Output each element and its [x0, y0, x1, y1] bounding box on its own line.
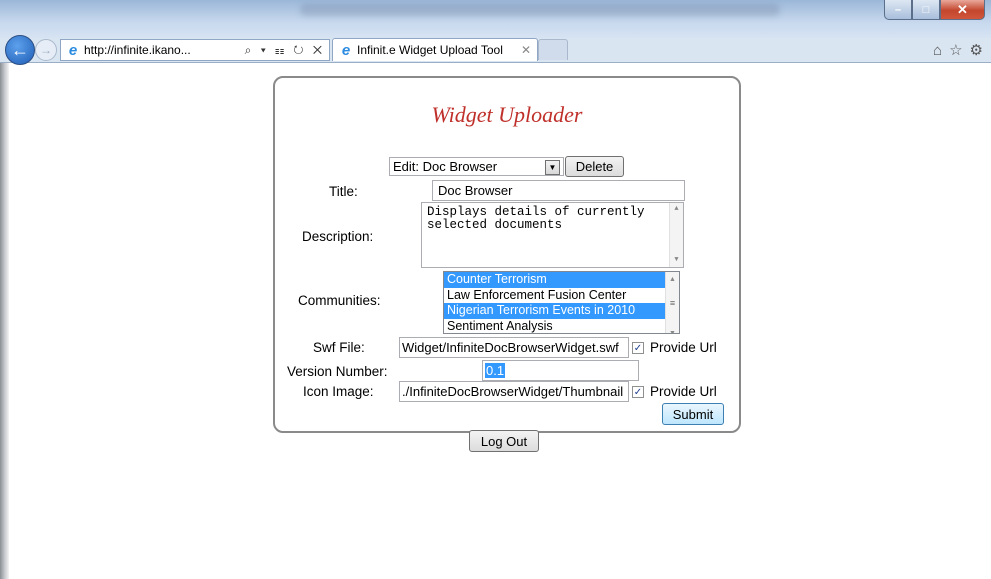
swf-file-label: Swf File: [313, 340, 365, 355]
delete-button[interactable]: Delete [565, 156, 624, 177]
new-tab-button[interactable] [538, 39, 568, 60]
favorites-star-icon[interactable]: ☆ [949, 41, 962, 59]
ie-logo-icon: e [68, 41, 78, 59]
community-item-sentiment-analysis[interactable]: Sentiment Analysis [444, 319, 665, 334]
tab-close-icon[interactable]: ✕ [521, 43, 537, 57]
description-scrollbar[interactable]: ▲ ▼ [669, 203, 683, 267]
description-label: Description: [302, 229, 374, 244]
description-text: Displays details of currently selected d… [427, 205, 645, 232]
communities-listbox[interactable]: Counter Terrorism Law Enforcement Fusion… [443, 271, 680, 334]
icon-image-label: Icon Image: [303, 384, 374, 399]
widget-select[interactable]: Edit: Doc Browser ▼ [389, 157, 564, 176]
tab-ie-icon: e [341, 41, 351, 59]
widget-select-value: Edit: Doc Browser [393, 159, 498, 174]
titlebar-blur [300, 4, 780, 16]
community-item-law-enforcement[interactable]: Law Enforcement Fusion Center [444, 288, 665, 304]
swf-provide-url-label: Provide Url [650, 340, 717, 355]
community-item-nigerian-terrorism[interactable]: Nigerian Terrorism Events in 2010 [444, 303, 665, 319]
forward-arrow-icon[interactable]: → [35, 39, 57, 61]
swf-provide-url-checkbox[interactable]: ✓ [632, 342, 644, 354]
address-url[interactable]: http://infinite.ikano... [84, 43, 229, 57]
window-controls: – □ ✕ [884, 0, 985, 20]
chevron-down-icon[interactable]: ▼ [545, 160, 560, 175]
communities-label: Communities: [298, 293, 381, 308]
icon-provide-url-checkbox[interactable]: ✓ [632, 386, 644, 398]
browser-navbar: ← → e http://infinite.ikano... ⌕ ▾ ☷ ↻ ✕… [0, 35, 991, 65]
submit-button[interactable]: Submit [662, 403, 724, 425]
settings-gear-icon[interactable]: ⚙ [970, 41, 983, 59]
communities-scrollbar[interactable]: ▲ ≡ ▼ [665, 272, 679, 333]
page-left-edge [0, 63, 9, 579]
version-number-field[interactable]: 0.1 [482, 360, 639, 381]
title-label: Title: [329, 184, 358, 199]
address-tools-icons[interactable]: ⌕ ▾ ☷ ↻ ✕ [245, 43, 325, 58]
icon-provide-url-label: Provide Url [650, 384, 717, 399]
title-field[interactable]: Doc Browser [432, 180, 685, 201]
log-out-button[interactable]: Log Out [469, 430, 539, 452]
tab-title: Infinit.e Widget Upload Tool [357, 43, 503, 57]
home-icon[interactable]: ⌂ [933, 42, 942, 59]
address-bar[interactable]: e http://infinite.ikano... ⌕ ▾ ☷ ↻ ✕ [60, 39, 330, 61]
close-window-button[interactable]: ✕ [940, 0, 985, 20]
widget-uploader-panel: Widget Uploader Edit: Doc Browser ▼ Dele… [273, 76, 741, 433]
minimize-button[interactable]: – [884, 0, 912, 20]
browser-tab[interactable]: e Infinit.e Widget Upload Tool ✕ [332, 38, 538, 61]
window-titlebar: – □ ✕ [0, 0, 991, 38]
community-item-counter-terrorism[interactable]: Counter Terrorism [444, 272, 665, 288]
version-number-value: 0.1 [485, 363, 506, 378]
browser-toolbar-right: ⌂ ☆ ⚙ [933, 38, 983, 62]
description-textarea[interactable]: Displays details of currently selected d… [421, 202, 684, 268]
maximize-button[interactable]: □ [912, 0, 940, 20]
swf-file-field[interactable]: Widget/InfiniteDocBrowserWidget.swf [399, 337, 629, 358]
back-arrow-icon[interactable]: ← [5, 35, 35, 65]
icon-image-field[interactable]: ./InfiniteDocBrowserWidget/Thumbnail [399, 381, 629, 402]
page-title: Widget Uploader [431, 102, 583, 127]
version-number-label: Version Number: [287, 364, 388, 379]
